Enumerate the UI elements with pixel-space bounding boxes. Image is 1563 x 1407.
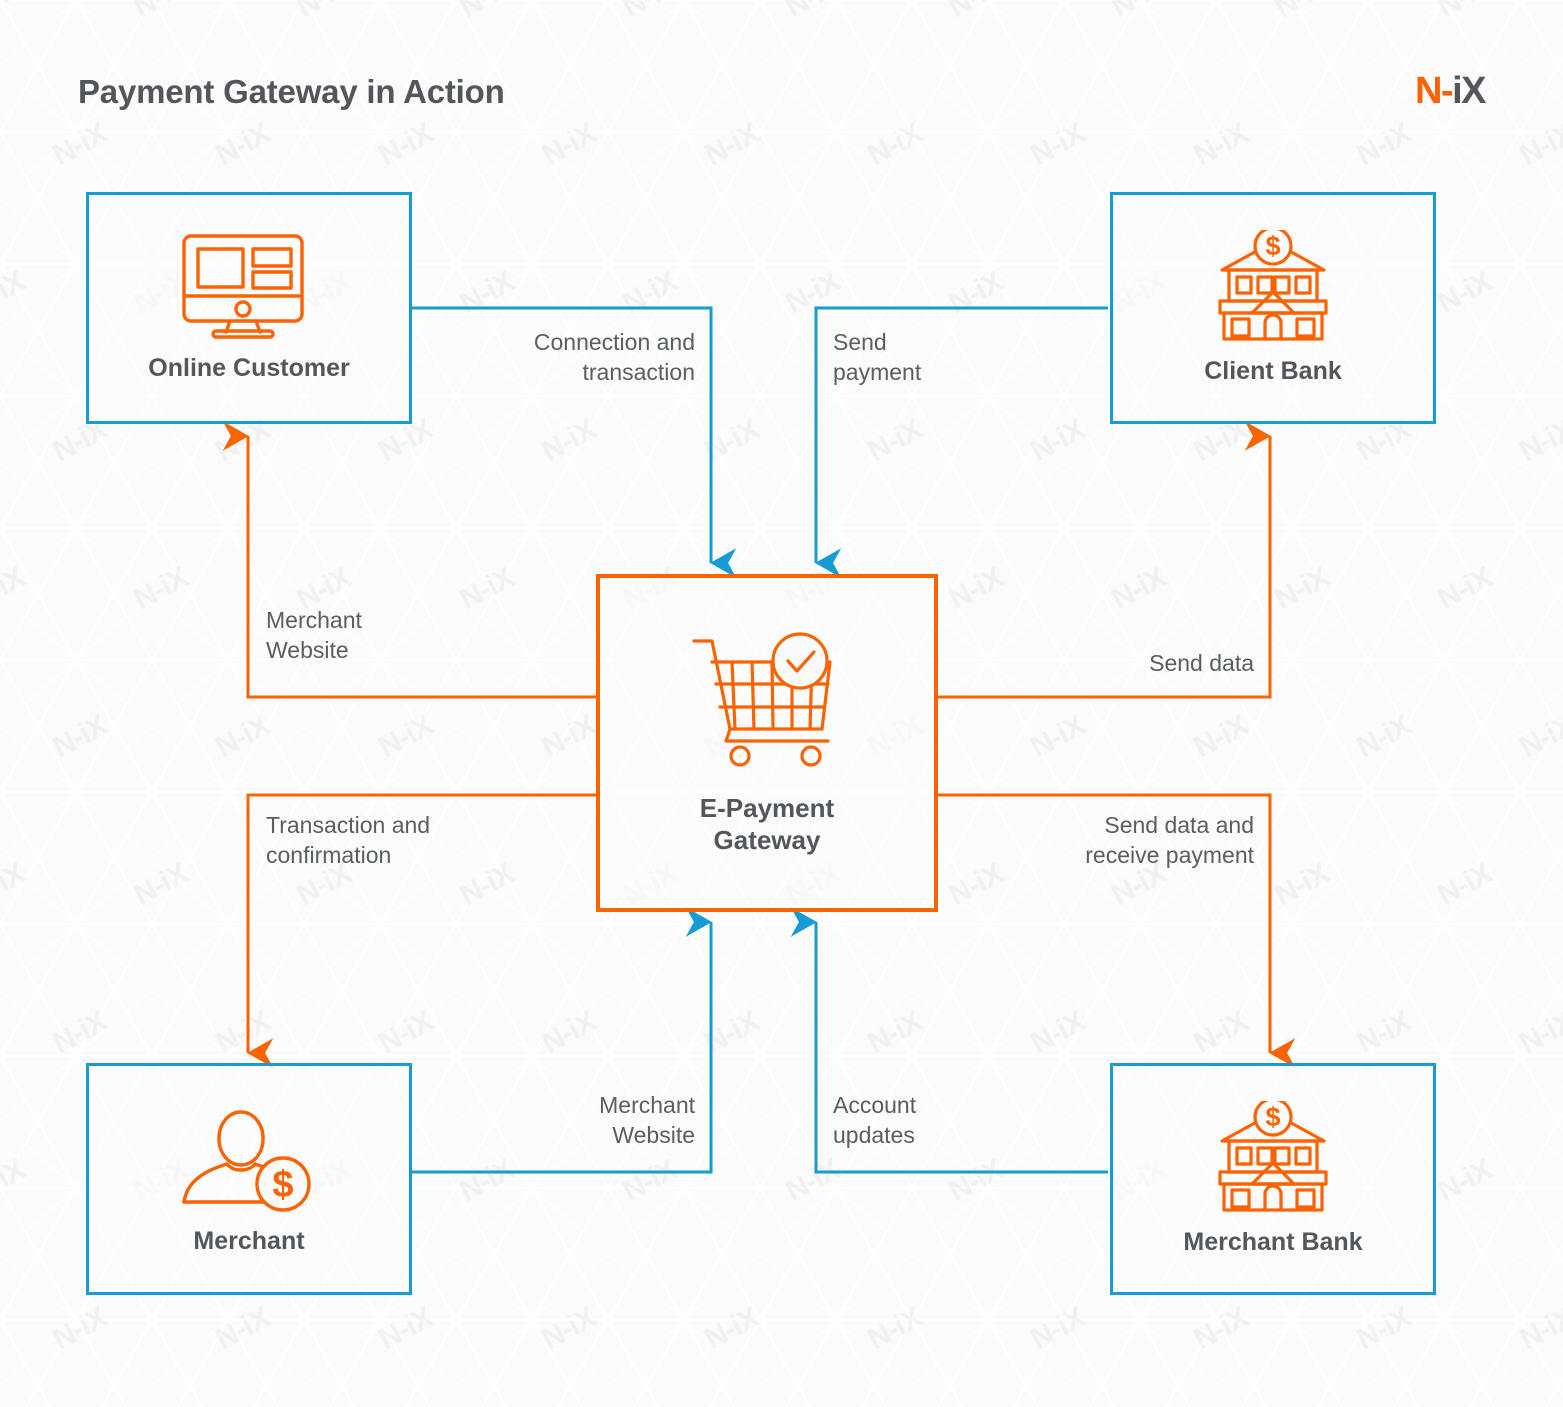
node-online-customer[interactable]: Online Customer	[86, 192, 412, 424]
node-label-online-customer: Online Customer	[148, 353, 350, 382]
shopping-cart-check-icon	[680, 629, 855, 779]
node-merchant-bank[interactable]: $ Merchant Bank	[1110, 1063, 1436, 1295]
edge-label-gateway-to-merchant: Transaction and confirmation	[266, 812, 431, 869]
svg-text:$: $	[272, 1164, 293, 1206]
edge-label-gateway-to-customer: Merchant Website	[266, 607, 362, 664]
node-label-client-bank: Client Bank	[1204, 356, 1342, 385]
bank-building-icon: $	[1210, 1097, 1336, 1213]
svg-text:$: $	[1265, 1102, 1280, 1132]
edge-label-gateway-to-clientbank: Send data	[1149, 650, 1254, 676]
node-merchant[interactable]: $ Merchant	[86, 1063, 412, 1295]
node-label-e-payment-gateway: E-Payment Gateway	[699, 793, 835, 855]
svg-text:$: $	[1265, 231, 1280, 261]
node-label-merchant: Merchant	[193, 1226, 305, 1255]
logo-primary-text: N-	[1414, 70, 1454, 112]
edge-label-merchantbank-to-gateway: Account updates	[833, 1092, 917, 1149]
edge-label-clientbank-to-gateway: Send payment	[833, 329, 922, 386]
edge-label-gateway-to-merchantbank: Send data and receive payment	[1085, 812, 1254, 869]
page-title: Payment Gateway in Action	[78, 73, 505, 110]
person-dollar-icon: $	[179, 1102, 319, 1212]
nix-logo: N-iX	[1414, 70, 1487, 113]
edge-label-customer-to-gateway: Connection and transaction	[533, 329, 695, 386]
logo-secondary-text: iX	[1452, 70, 1486, 112]
bank-building-icon: $	[1210, 226, 1336, 342]
node-client-bank[interactable]: $ Client Bank	[1110, 192, 1436, 424]
desktop-monitor-icon	[180, 233, 318, 339]
node-e-payment-gateway[interactable]: E-Payment Gateway	[596, 574, 938, 912]
edge-label-merchant-to-gateway: Merchant Website	[599, 1092, 695, 1149]
node-label-merchant-bank: Merchant Bank	[1183, 1227, 1363, 1256]
diagram-canvas: N-iX N-iX N-iX N-iX N-iX N-iX N-iX N-iX N-iX N-iX…	[0, 0, 1563, 1407]
